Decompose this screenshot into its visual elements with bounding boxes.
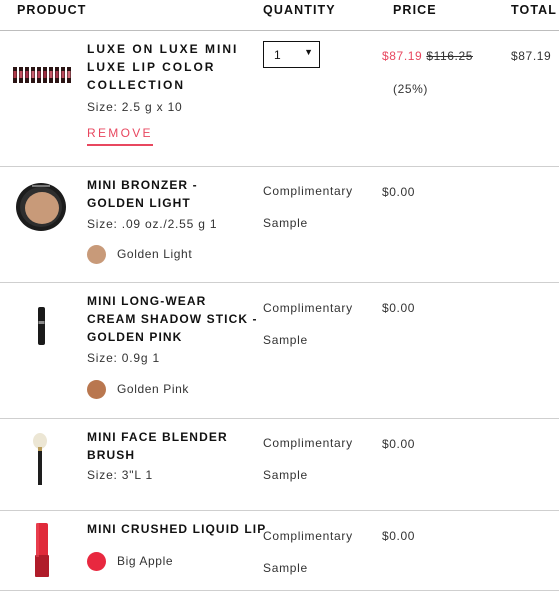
chevron-down-icon: ▼ bbox=[304, 47, 313, 57]
complimentary-sample-label: Complimentary Sample bbox=[263, 427, 373, 491]
shadow-stick-icon bbox=[38, 307, 45, 345]
sample-text: Sample bbox=[263, 561, 308, 575]
shade-swatch bbox=[87, 379, 106, 399]
cart-table-header: PRODUCT QUANTITY PRICE TOTAL bbox=[0, 0, 559, 31]
lipstick-set-icon bbox=[13, 67, 71, 83]
price-cell: $0.00 bbox=[382, 437, 416, 451]
column-header-quantity: QUANTITY bbox=[263, 3, 336, 17]
makeup-brush-icon bbox=[33, 433, 47, 485]
price-cell: $0.00 bbox=[382, 529, 416, 543]
column-header-total: TOTAL bbox=[511, 3, 558, 17]
complimentary-text: Complimentary bbox=[263, 301, 353, 315]
cart-row: MINI FACE BLENDER BRUSH Size: 3"L 1 Comp… bbox=[0, 419, 559, 511]
line-total: $87.19 bbox=[511, 49, 552, 63]
bronzer-compact-icon bbox=[16, 183, 66, 231]
product-name[interactable]: MINI BRONZER - GOLDEN LIGHT bbox=[87, 176, 259, 212]
cart-row: LUXE ON LUXE MINI LUXE LIP COLOR COLLECT… bbox=[0, 31, 559, 167]
product-name[interactable]: LUXE ON LUXE MINI LUXE LIP COLOR COLLECT… bbox=[87, 40, 259, 94]
shade-name: Big Apple bbox=[117, 554, 174, 568]
shade-indicator: Golden Pink bbox=[87, 379, 189, 399]
complimentary-text: Complimentary bbox=[263, 436, 353, 450]
complimentary-sample-label: Complimentary Sample bbox=[263, 175, 373, 239]
sample-text: Sample bbox=[263, 216, 308, 230]
column-header-product: PRODUCT bbox=[17, 3, 87, 17]
cart-row: MINI BRONZER - GOLDEN LIGHT Size: .09 oz… bbox=[0, 167, 559, 283]
price-cell: $87.19 $116.25 bbox=[382, 49, 473, 63]
price-cell: $0.00 bbox=[382, 301, 416, 315]
product-size: Size: 0.9g 1 bbox=[87, 351, 160, 365]
complimentary-text: Complimentary bbox=[263, 184, 353, 198]
price-cell: $0.00 bbox=[382, 185, 416, 199]
shade-name: Golden Light bbox=[117, 247, 193, 261]
shade-indicator: Big Apple bbox=[87, 551, 173, 571]
column-header-price: PRICE bbox=[393, 3, 437, 17]
liquid-lip-icon bbox=[35, 523, 49, 577]
quantity-value: 1 bbox=[274, 48, 281, 62]
shade-swatch bbox=[87, 244, 106, 264]
cart-row: MINI CRUSHED LIQUID LIP Big Apple Compli… bbox=[0, 511, 559, 591]
product-size: Size: .09 oz./2.55 g 1 bbox=[87, 217, 218, 231]
product-name[interactable]: MINI LONG-WEAR CREAM SHADOW STICK - GOLD… bbox=[87, 292, 259, 346]
remove-button[interactable]: REMOVE bbox=[87, 126, 153, 146]
product-size: Size: 2.5 g x 10 bbox=[87, 100, 183, 114]
shade-indicator: Golden Light bbox=[87, 244, 192, 264]
discount-percent: (25%) bbox=[393, 82, 429, 96]
complimentary-sample-label: Complimentary Sample bbox=[263, 520, 373, 584]
sale-price: $87.19 bbox=[382, 49, 423, 63]
cart-row: MINI LONG-WEAR CREAM SHADOW STICK - GOLD… bbox=[0, 283, 559, 419]
complimentary-text: Complimentary bbox=[263, 529, 353, 543]
shade-name: Golden Pink bbox=[117, 382, 189, 396]
original-price: $116.25 bbox=[426, 49, 473, 63]
quantity-select[interactable]: 1 ▼ bbox=[263, 41, 320, 68]
sample-text: Sample bbox=[263, 468, 308, 482]
sample-text: Sample bbox=[263, 333, 308, 347]
product-name[interactable]: MINI CRUSHED LIQUID LIP bbox=[87, 520, 267, 538]
complimentary-sample-label: Complimentary Sample bbox=[263, 292, 373, 356]
shade-swatch bbox=[87, 551, 106, 571]
product-size: Size: 3"L 1 bbox=[87, 468, 153, 482]
product-name[interactable]: MINI FACE BLENDER BRUSH bbox=[87, 428, 259, 464]
